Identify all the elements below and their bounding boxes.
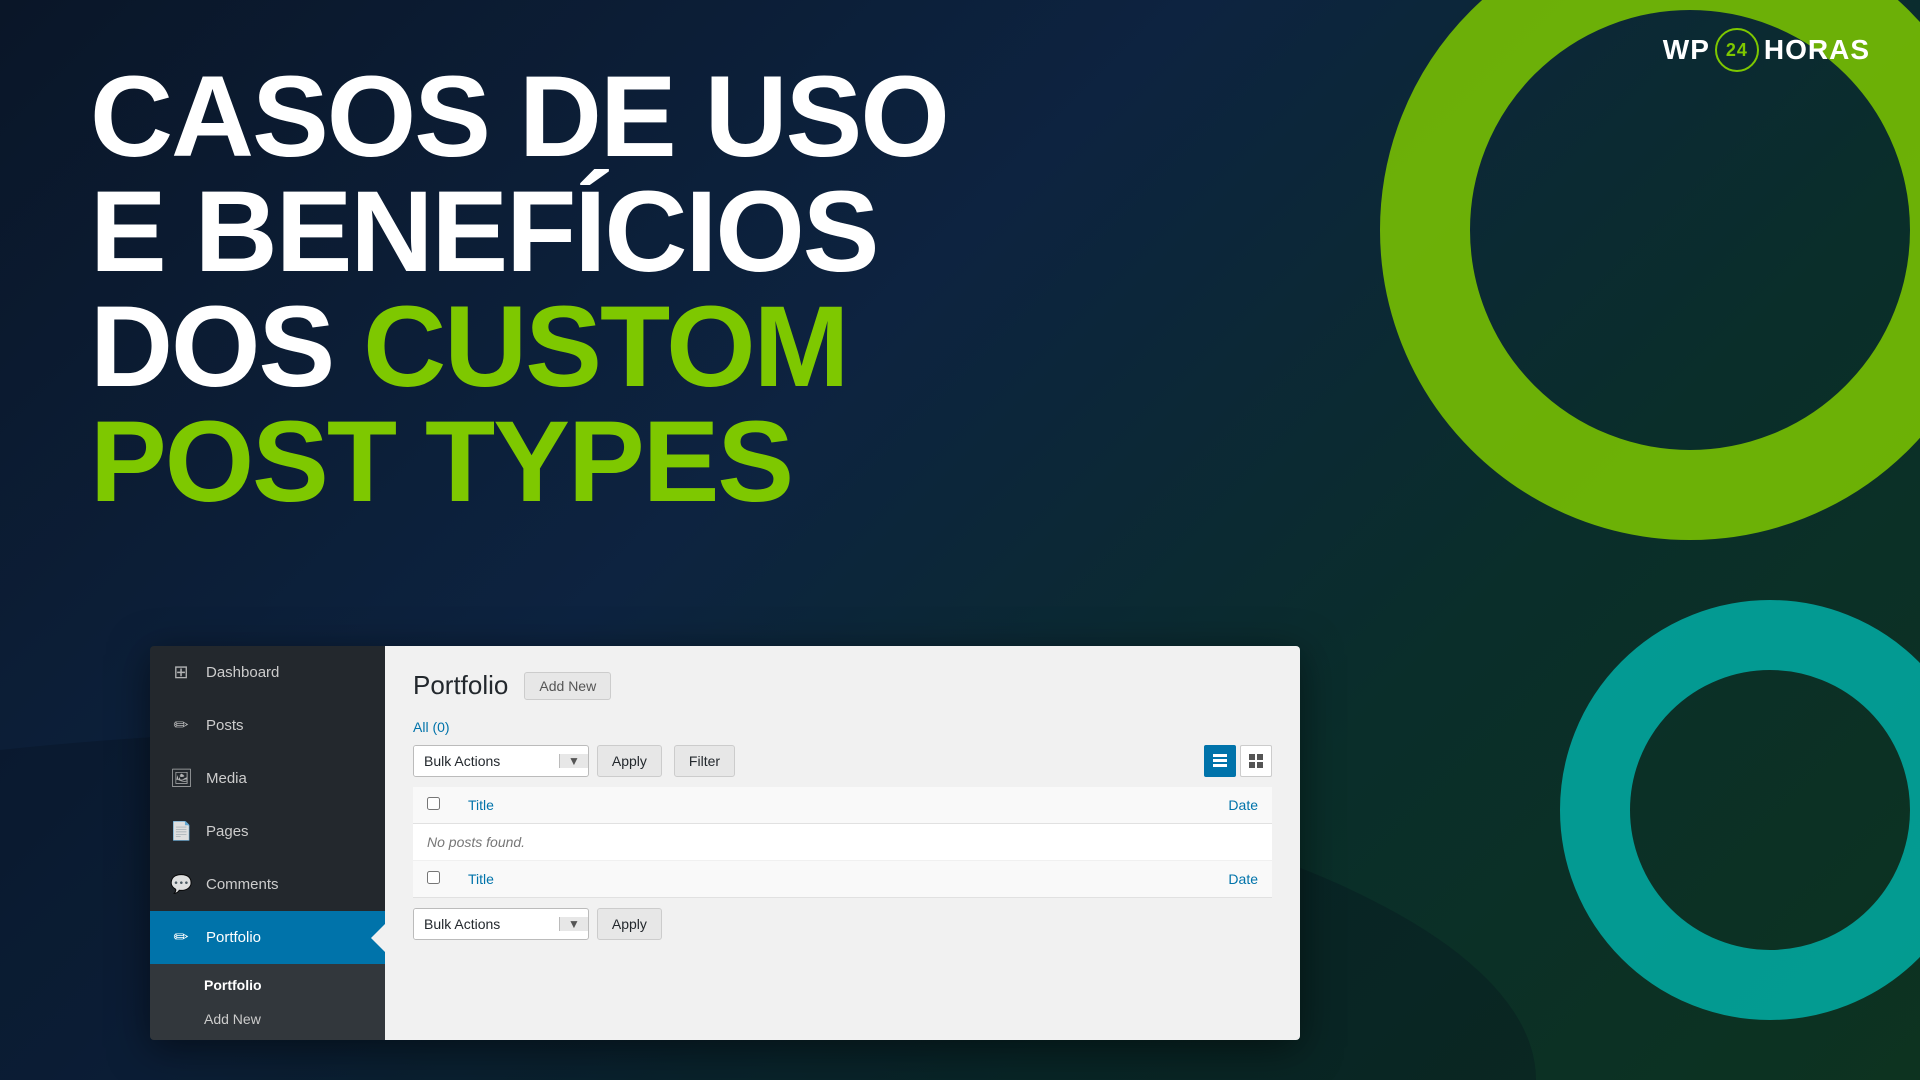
col-header-title: Title: [454, 787, 850, 824]
logo-wp: WP: [1663, 34, 1710, 66]
portfolio-icon: ✏: [170, 927, 192, 948]
all-posts-link[interactable]: All (0): [413, 719, 450, 735]
select-all-checkbox-bottom[interactable]: [427, 871, 440, 884]
title-col-link[interactable]: Title: [468, 797, 494, 813]
bulk-actions-bottom: Bulk Actions Edit Move to Trash ▼ Apply: [413, 908, 1272, 940]
bulk-select-bottom[interactable]: Bulk Actions Edit Move to Trash ▼: [413, 908, 589, 940]
sidebar-item-dashboard-label: Dashboard: [206, 664, 279, 681]
col-footer-date: Date: [850, 861, 1272, 898]
bulk-select-arrow-bottom[interactable]: ▼: [559, 917, 588, 931]
sidebar-item-posts[interactable]: ✏ Posts: [150, 699, 385, 752]
view-all-links: All (0): [413, 719, 1272, 735]
title-col-footer-link[interactable]: Title: [468, 871, 494, 887]
sidebar-active-arrow: [371, 924, 385, 952]
col-header-date: Date: [850, 787, 1272, 824]
comments-icon: 💬: [170, 874, 192, 895]
bulk-select-top[interactable]: Bulk Actions Edit Move to Trash ▼: [413, 745, 589, 777]
date-col-footer-link[interactable]: Date: [1228, 871, 1258, 887]
logo-24: 24: [1715, 28, 1759, 72]
sidebar-submenu: Portfolio Add New: [150, 964, 385, 1040]
page-title: Portfolio: [413, 670, 508, 701]
sidebar-item-comments[interactable]: 💬 Comments: [150, 858, 385, 911]
no-posts-cell: No posts found.: [413, 824, 1272, 861]
no-posts-row: No posts found.: [413, 824, 1272, 861]
logo: WP 24 HORAS: [1663, 28, 1870, 72]
sidebar-item-media[interactable]: 🖼 Media: [150, 752, 385, 805]
sidebar-item-portfolio[interactable]: ✏ Portfolio: [150, 911, 385, 964]
main-heading: CASOS DE USO E BENEFÍCIOS DOS CUSTOM POS…: [90, 60, 990, 520]
heading-line2-white: DOS: [90, 283, 363, 411]
list-view-button[interactable]: [1204, 745, 1236, 777]
col-header-check: [413, 787, 454, 824]
bulk-left-top: Bulk Actions Edit Move to Trash ▼ Apply …: [413, 745, 735, 777]
bulk-actions-top: Bulk Actions Edit Move to Trash ▼ Apply …: [413, 745, 1272, 777]
wp-main-content: Portfolio Add New All (0) Bulk Actions E…: [385, 646, 1300, 1040]
sidebar-item-comments-label: Comments: [206, 876, 279, 893]
view-icons: [1204, 745, 1272, 777]
col-footer-title: Title: [454, 861, 850, 898]
sidebar-item-pages[interactable]: 📄 Pages: [150, 805, 385, 858]
grid-view-button[interactable]: [1240, 745, 1272, 777]
dashboard-icon: ⊞: [170, 662, 192, 683]
filter-button-top[interactable]: Filter: [674, 745, 735, 777]
col-footer-check: [413, 861, 454, 898]
logo-horas: HORAS: [1764, 34, 1870, 66]
pages-icon: 📄: [170, 821, 192, 842]
sidebar-item-media-label: Media: [206, 770, 247, 787]
sidebar-item-posts-label: Posts: [206, 717, 244, 734]
sidebar-subitem-portfolio[interactable]: Portfolio: [150, 968, 385, 1002]
posts-table: Title Date No posts found.: [413, 787, 1272, 898]
apply-button-bottom[interactable]: Apply: [597, 908, 662, 940]
sidebar-item-dashboard[interactable]: ⊞ Dashboard: [150, 646, 385, 699]
add-new-button[interactable]: Add New: [524, 672, 611, 700]
no-posts-message: No posts found.: [427, 834, 525, 850]
apply-button-top[interactable]: Apply: [597, 745, 662, 777]
media-icon: 🖼: [170, 768, 192, 789]
date-col-link[interactable]: Date: [1228, 797, 1258, 813]
sidebar-subitem-add-new[interactable]: Add New: [150, 1002, 385, 1036]
wp-sidebar: ⊞ Dashboard ✏ Posts 🖼 Media 📄 Pages 💬 Co…: [150, 646, 385, 1040]
sidebar-item-pages-label: Pages: [206, 823, 249, 840]
heading-line1: CASOS DE USO E BENEFÍCIOS: [90, 60, 990, 290]
page-header: Portfolio Add New: [413, 670, 1272, 701]
heading-line2: DOS CUSTOM POST TYPES: [90, 290, 990, 520]
bulk-select-arrow-top[interactable]: ▼: [559, 754, 588, 768]
sidebar-item-portfolio-label: Portfolio: [206, 929, 261, 946]
posts-icon: ✏: [170, 715, 192, 736]
wp-admin-panel: ⊞ Dashboard ✏ Posts 🖼 Media 📄 Pages 💬 Co…: [150, 646, 1300, 1040]
select-all-checkbox[interactable]: [427, 797, 440, 810]
bulk-actions-select-bottom[interactable]: Bulk Actions Edit Move to Trash: [414, 909, 559, 939]
bulk-actions-select-top[interactable]: Bulk Actions Edit Move to Trash: [414, 746, 559, 776]
